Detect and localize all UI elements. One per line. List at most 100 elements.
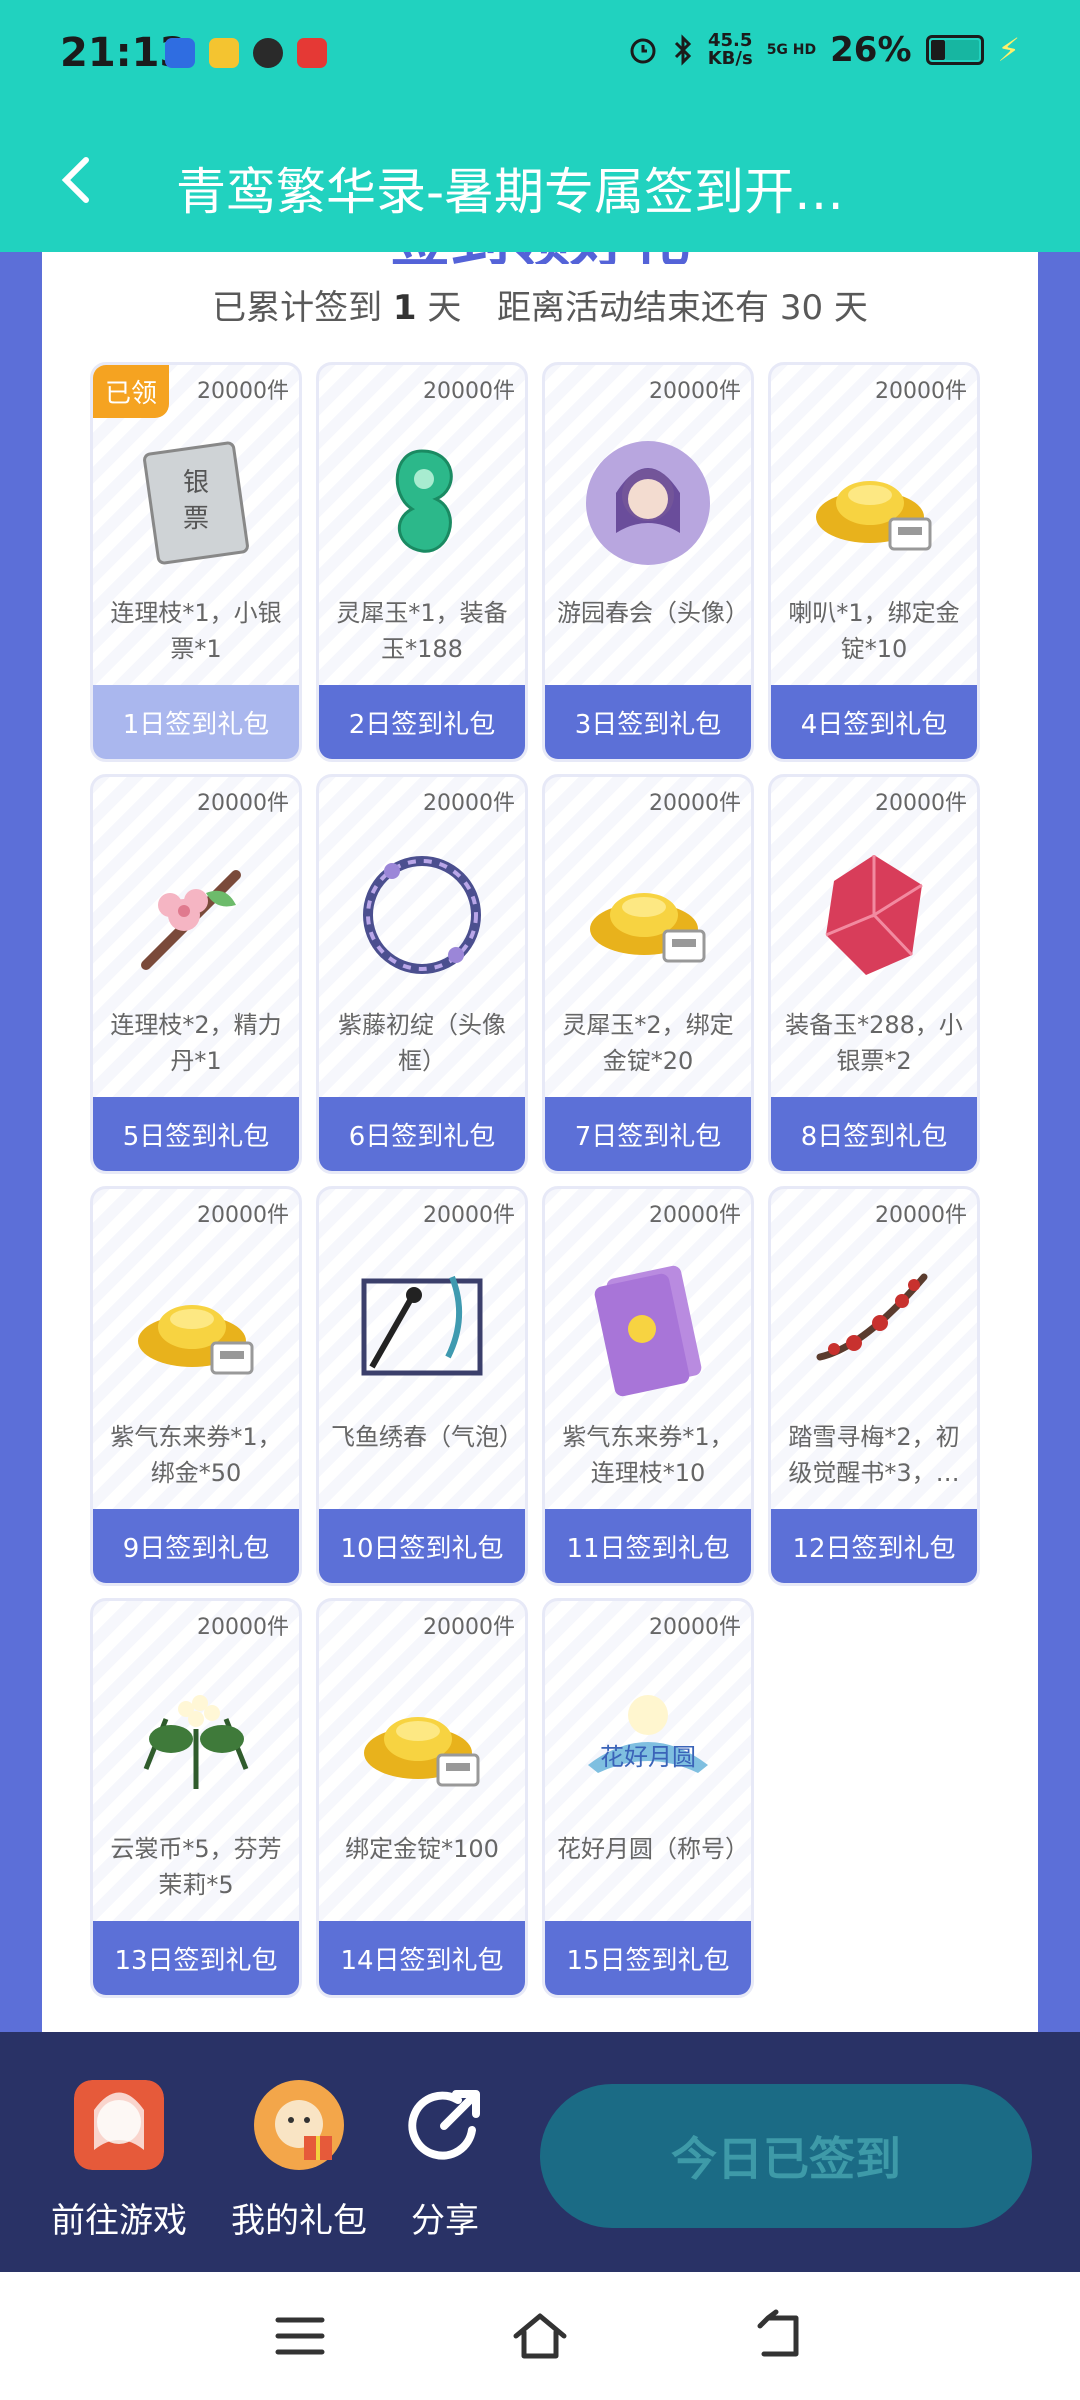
stock-count: 20000件 [875,791,967,816]
gift-tile[interactable]: 20000件 灵犀玉*1，装备玉*188 2日签到礼包 [316,362,528,762]
gift-tile[interactable]: 20000件装备玉*288，小银票*2 8日签到礼包 [768,774,980,1174]
signin-page[interactable]: • 签到领好礼 • 已累计签到 1 天 距离活动结束还有 30 天 已领 2000… [0,252,1080,2032]
stock-count: 20000件 [197,1203,289,1228]
back-arrow-icon[interactable] [52,150,102,210]
gold-ingot-icon [364,1717,480,1787]
signal-indicator: 5G HD [766,42,817,58]
reward-description: 紫气东来券*1，连理枝*10 [562,1423,734,1487]
globe-icon [253,38,283,68]
stock-count: 20000件 [423,1203,515,1228]
gift-pack-button[interactable]: 13日签到礼包 [93,1921,299,1995]
stock-count: 20000件 [423,791,515,816]
gift-pack-button[interactable]: 3日签到礼包 [545,685,751,759]
signin-summary: 已累计签到 1 天 距离活动结束还有 30 天 [212,288,868,328]
reward-description: 游园春会（头像） [557,599,739,627]
wreath-frame-icon [363,856,481,974]
gift-tile[interactable]: 20000件游园春会（头像） 3日签到礼包 [542,362,754,762]
gift-pack-button[interactable]: 12日签到礼包 [771,1509,977,1583]
gift-pack-button[interactable]: 1日签到礼包 [93,685,299,759]
section-title: • 签到领好礼 • [42,252,1038,264]
stock-count: 20000件 [649,791,741,816]
reward-description: 紫藤初绽（头像框） [338,1011,506,1075]
jasmine-icon [143,1695,249,1789]
gift-tile[interactable]: 20000件绑定金锭*100 14日签到礼包 [316,1598,528,1998]
gift-pack-button[interactable]: 7日签到礼包 [545,1097,751,1171]
share-button[interactable]: 分享 [370,2080,520,2242]
stock-count: 20000件 [197,379,289,404]
gift-tile[interactable]: 20000件 连理枝*2，精力丹*1 5日签到礼包 [90,774,302,1174]
stock-count: 20000件 [197,791,289,816]
stock-count: 20000件 [649,379,741,404]
gold-ingot-icon [816,481,932,551]
bubble-frame-icon [361,1275,483,1376]
gold-ingot-icon [590,893,706,963]
gift-tile[interactable]: 20000件喇叭*1，绑定金锭*10 4日签到礼包 [768,362,980,762]
plum-branch-icon [816,1273,928,1361]
back-icon[interactable] [750,2308,810,2364]
claimed-badge: 已领 [93,365,170,418]
gift-pack-button[interactable]: 11日签到礼包 [545,1509,751,1583]
status-bar: 21:13 45.5 KB/s 5G HD 26% ⚡ [0,0,1080,112]
gift-pack-button[interactable]: 14日签到礼包 [319,1921,525,1995]
gift-tile[interactable]: 20000件 踏雪寻梅*2，初级觉醒书*3，… 12日签到礼包 [768,1186,980,1586]
top-bar: 21:13 45.5 KB/s 5G HD 26% ⚡ 青鸾繁华录-暑期专属签到… [0,0,1080,252]
avatar-portrait-icon [586,441,710,565]
stock-count: 20000件 [649,1615,741,1640]
go-game-button[interactable]: 前往游戏 [44,2080,194,2242]
battery-icon [925,35,984,65]
gift-pack-button[interactable]: 15日签到礼包 [545,1921,751,1995]
gift-tile[interactable]: 20000件紫气东来券*1，绑金*50 9日签到礼包 [90,1186,302,1586]
reward-description: 紫气东来券*1，绑金*50 [110,1423,282,1487]
jade-pendant-icon [395,449,453,553]
app-notification-icon [165,38,195,68]
gift-pack-button[interactable]: 8日签到礼包 [771,1097,977,1171]
redbook-icon [297,38,327,68]
menu-icon[interactable] [270,2308,330,2364]
signed-today-button[interactable]: 今日已签到 [540,2084,1032,2228]
gold-ingot-icon [138,1305,254,1375]
stock-count: 20000件 [875,379,967,404]
status-right: 45.5 KB/s 5G HD 26% ⚡ [628,30,1020,70]
weibo-icon [209,38,239,68]
reward-description: 绑定金锭*100 [345,1835,499,1863]
bottom-action-bar: 前往游戏 我的礼包 分享 今日已签到 [0,2032,1080,2272]
alarm-icon [630,38,656,64]
reward-description: 连理枝*1，小银票*1 [110,599,282,663]
fox-gift-icon [254,2080,344,2170]
system-navigation-bar [0,2272,1080,2400]
reward-description: 喇叭*1，绑定金锭*10 [788,599,960,663]
reward-description: 花好月圆（称号） [557,1835,739,1863]
home-icon[interactable] [510,2308,570,2364]
svg-text:银: 银 [183,468,209,498]
stock-count: 20000件 [423,1615,515,1640]
gift-tile[interactable]: 20000件紫藤初绽（头像框） 6日签到礼包 [316,774,528,1174]
gift-pack-button[interactable]: 6日签到礼包 [319,1097,525,1171]
notification-icons [165,38,327,68]
gift-pack-button[interactable]: 5日签到礼包 [93,1097,299,1171]
gift-pack-button[interactable]: 2日签到礼包 [319,685,525,759]
gift-tile[interactable]: 20000件灵犀玉*2，绑定金锭*20 7日签到礼包 [542,774,754,1174]
reward-description: 踏雪寻梅*2，初级觉醒书*3，… [788,1423,960,1487]
flower-branch-icon [141,870,241,970]
reward-description: 灵犀玉*2，绑定金锭*20 [562,1011,734,1075]
share-icon [408,2090,480,2160]
charging-icon: ⚡ [997,31,1020,69]
net-speed: 45.5 KB/s [707,30,753,69]
gift-pack-button[interactable]: 4日签到礼包 [771,685,977,759]
gift-pack-button[interactable]: 9日签到礼包 [93,1509,299,1583]
gift-tile[interactable]: 20000件 花好月圆 花好月圆（称号） 15日签到礼包 [542,1598,754,1998]
title-bar: 青鸾繁华录-暑期专属签到开… [0,112,1080,252]
gift-tile[interactable]: 已领 20000件银票连理枝*1，小银票*1 1日签到礼包 [90,362,302,762]
red-gem-icon [825,855,923,975]
my-gifts-button[interactable]: 我的礼包 [224,2080,374,2242]
gift-pack-button[interactable]: 10日签到礼包 [319,1509,525,1583]
signin-card: • 签到领好礼 • 已累计签到 1 天 距离活动结束还有 30 天 已领 2000… [42,252,1038,2032]
gift-tile[interactable]: 20000件 云裳币*5，芬芳茉莉*5 13日签到礼包 [90,1598,302,1998]
reward-description: 装备玉*288，小银票*2 [785,1011,963,1075]
stock-count: 20000件 [649,1203,741,1228]
bluetooth-icon [674,34,691,66]
gift-tile[interactable]: 20000件 飞鱼绣春（气泡） 10日签到礼包 [316,1186,528,1586]
reward-description: 灵犀玉*1，装备玉*188 [336,599,508,663]
gift-tile[interactable]: 20000件紫气东来券*1，连理枝*10 11日签到礼包 [542,1186,754,1586]
purple-ticket-icon [594,1265,702,1397]
